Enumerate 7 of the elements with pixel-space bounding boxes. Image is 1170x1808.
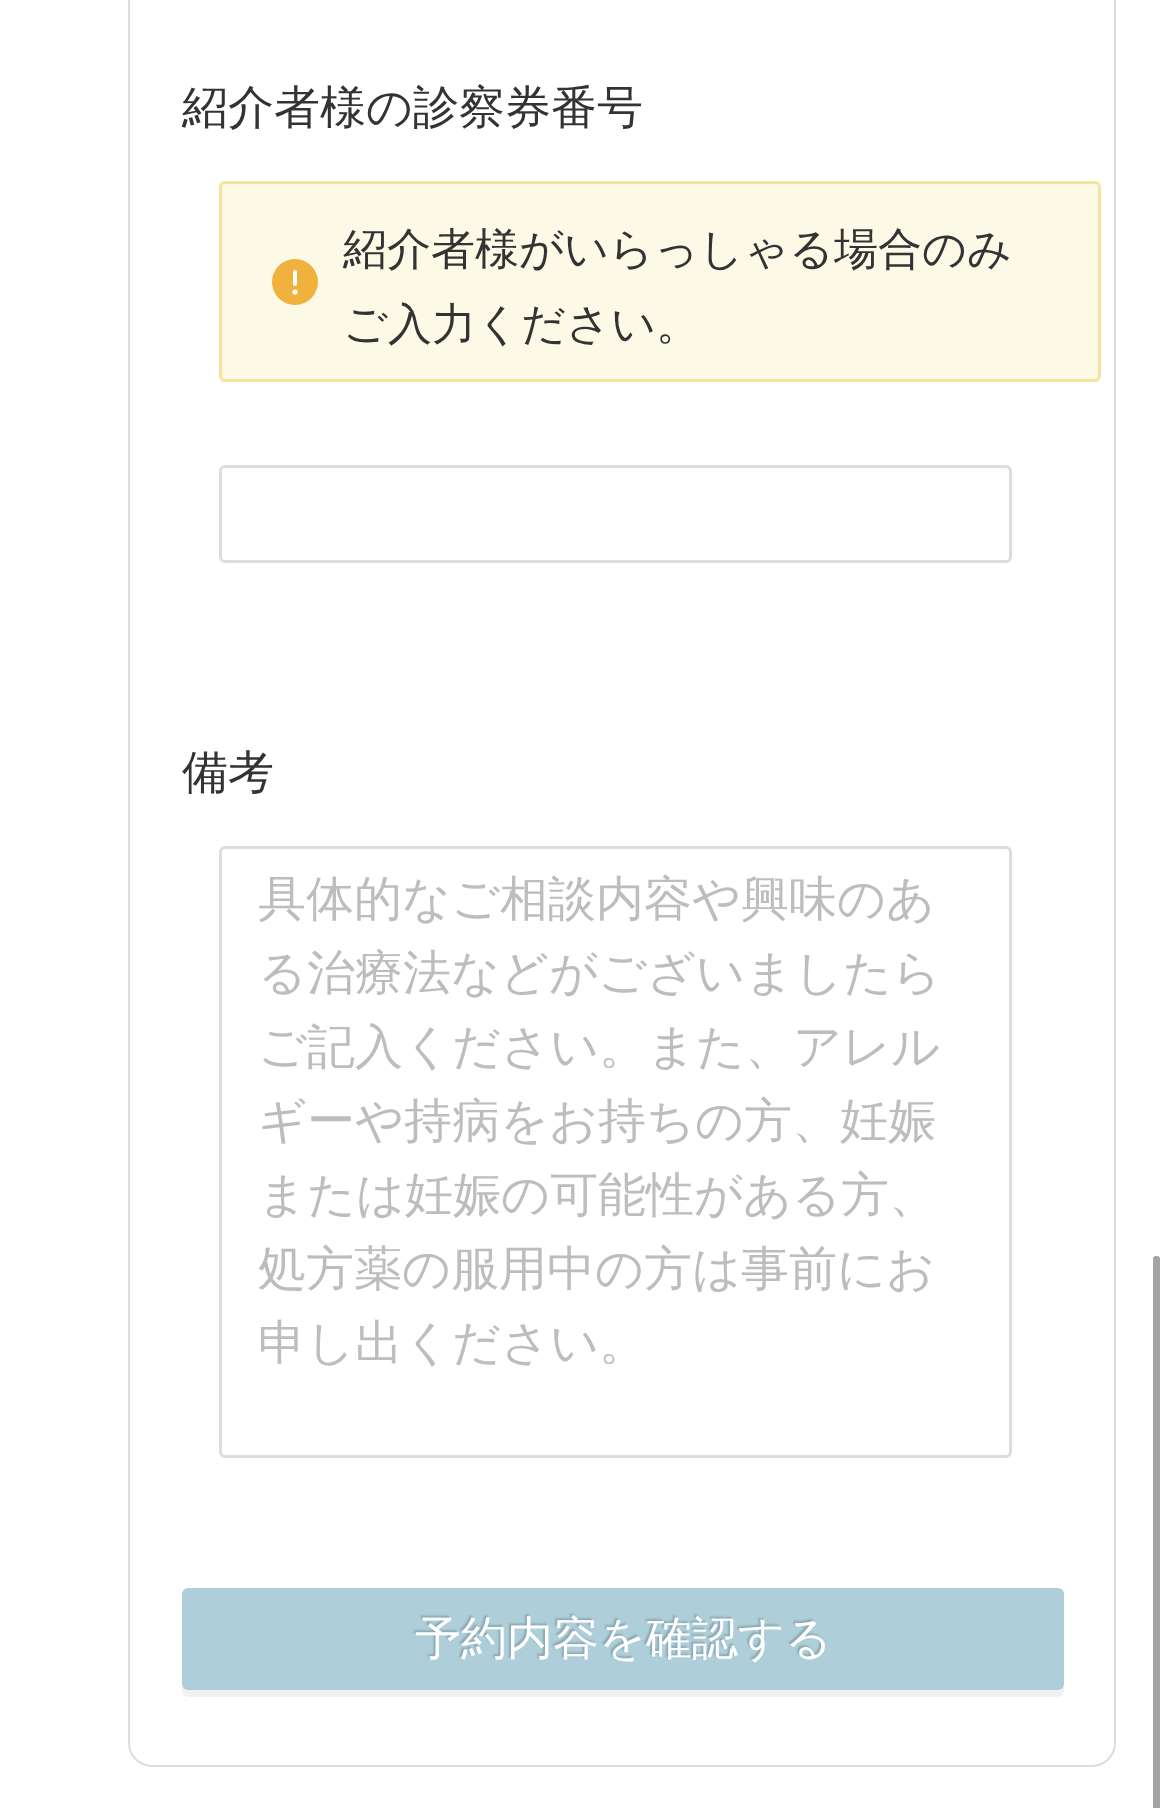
textarea-field[interactable]: 具体的なご相談内容や興味のある治療法などがございましたらご記入ください。また、アレルギーや持病をお持ちの方、妊娠または妊娠の可能性がある方、処方薬の服用中の方は事前にお申し出ください。	[219, 846, 1012, 1458]
section-heading: 備考	[182, 744, 274, 801]
input-field[interactable]	[219, 465, 1012, 563]
scrollbar-thumb[interactable]	[1153, 1256, 1160, 1808]
exclamation-circle-icon	[272, 258, 318, 305]
section-heading: 紹介者様の診察券番号	[182, 79, 643, 136]
notice-text: 紹介者様がいらっしゃる場合のみご入力ください。	[343, 221, 1013, 351]
